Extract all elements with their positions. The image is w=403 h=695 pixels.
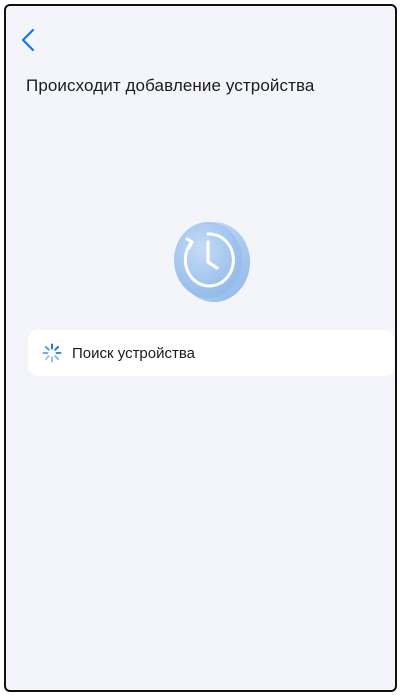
- app-screen: Происходит добавление устройства Поиск у…: [4, 4, 397, 692]
- clock-icon: [162, 212, 258, 308]
- chevron-left-icon: [21, 28, 35, 52]
- back-button[interactable]: [14, 24, 42, 56]
- page-title: Происходит добавление устройства: [26, 76, 315, 95]
- status-card: Поиск устройства: [28, 330, 394, 376]
- loading-spinner-icon: [42, 343, 62, 363]
- status-label: Поиск устройства: [72, 344, 196, 362]
